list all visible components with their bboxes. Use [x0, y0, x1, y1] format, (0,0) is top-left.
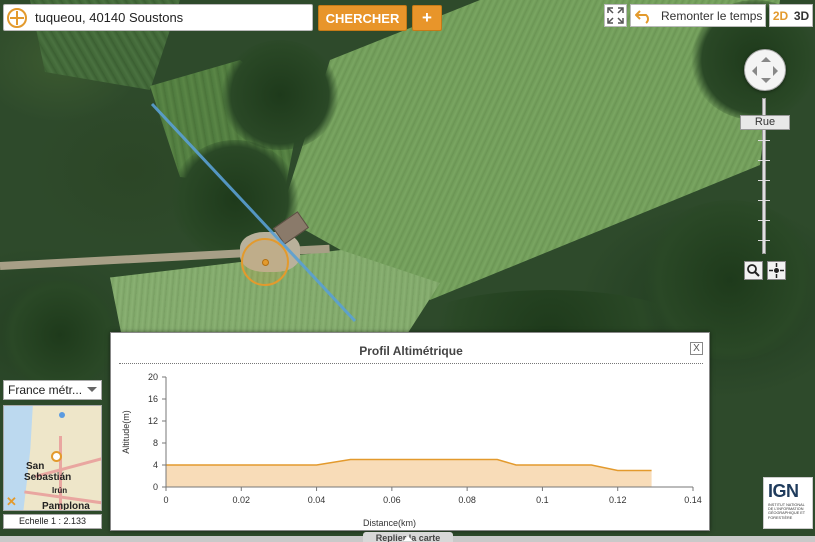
undo-arrow-icon [635, 9, 649, 24]
x-tick-label: 0.1 [536, 495, 549, 505]
zoom-tick [758, 180, 770, 181]
zoom-tick [758, 160, 770, 161]
x-tick-label: 0.14 [684, 495, 702, 505]
y-axis-label: Altitude(m) [121, 410, 131, 454]
x-tick-label: 0.02 [233, 495, 251, 505]
chevron-up-icon [403, 532, 413, 541]
zoom-tick [758, 240, 770, 241]
view-mode-toggle: 2D 3D [769, 4, 813, 27]
x-tick-label: 0.12 [609, 495, 627, 505]
scale-indicator: Echelle 1 : 2.133 [3, 514, 102, 529]
zoom-tick [758, 200, 770, 201]
pan-down-icon[interactable] [761, 78, 771, 88]
y-tick-label: 4 [153, 460, 158, 470]
elevation-area [166, 459, 652, 487]
elevation-profile-panel: Profil Altimétrique X 0 0.02 0.04 0.06 0.08 0… [110, 332, 710, 531]
x-tick-label: 0.08 [458, 495, 476, 505]
profile-divider [119, 363, 703, 364]
zoom-level-label[interactable]: Rue [740, 115, 790, 130]
y-tick-label: 12 [148, 416, 158, 426]
x-tick-label: 0.04 [308, 495, 326, 505]
ign-logo-subtitle: Institut national de l'information géogr… [768, 503, 806, 520]
chevron-down-icon [87, 387, 97, 397]
elevation-chart: 0 0.02 0.04 0.06 0.08 0.1 0.12 0.14 0 4 8 12 16 20 Dis… [121, 372, 702, 528]
minimap-town-label: Sebastián [24, 472, 72, 483]
pan-left-icon[interactable] [747, 66, 757, 76]
y-tick-label: 20 [148, 372, 158, 382]
minimap-town-label: San [26, 461, 45, 472]
y-tick-label: 16 [148, 394, 158, 404]
minimap-poi-icon [59, 412, 65, 418]
search-bar [3, 4, 313, 31]
minimap-town-label: Irún [52, 486, 68, 495]
pan-right-icon[interactable] [773, 66, 783, 76]
zoom-tick [758, 220, 770, 221]
pan-control[interactable] [744, 49, 786, 91]
search-button[interactable]: CHERCHER [318, 5, 407, 31]
x-axis-label: Distance(km) [363, 518, 416, 528]
locate-icon[interactable] [7, 7, 27, 28]
center-map-button[interactable] [767, 261, 786, 280]
territory-select-value: France métr... [8, 383, 83, 397]
territory-select[interactable]: France métr... [3, 380, 102, 400]
x-tick-label: 0.06 [383, 495, 401, 505]
mode-3d-button[interactable]: 3D [794, 9, 809, 23]
y-tick-label: 8 [153, 438, 158, 448]
minimap-location-icon [51, 451, 62, 462]
minimap-town-label: Pamplona [42, 501, 90, 511]
y-tick-label: 0 [153, 482, 158, 492]
zoom-box-button[interactable] [744, 261, 763, 280]
more-options-button[interactable]: + [412, 5, 442, 31]
fullscreen-button[interactable] [604, 4, 627, 27]
location-marker[interactable] [262, 259, 269, 266]
mode-2d-button[interactable]: 2D [773, 9, 788, 23]
zoom-tick [758, 140, 770, 141]
overview-minimap[interactable]: San Sebastián Irún Pamplona ✕ [3, 405, 102, 511]
x-tick-label: 0 [163, 495, 168, 505]
minimap-close-icon[interactable]: ✕ [6, 494, 17, 510]
history-label: Remonter le temps [661, 8, 763, 23]
search-input[interactable] [35, 10, 305, 25]
history-button[interactable]: Remonter le temps [630, 4, 766, 27]
ign-logo-text: IGN [768, 481, 799, 501]
crosshair-icon [769, 263, 784, 278]
close-button[interactable]: X [690, 342, 703, 355]
pan-up-icon[interactable] [761, 52, 771, 62]
collapse-map-tab[interactable]: Replier la carte [363, 532, 453, 542]
ign-logo: IGN Institut national de l'information g… [763, 477, 813, 529]
profile-title: Profil Altimétrique [359, 344, 463, 358]
magnifier-icon [747, 264, 760, 277]
fullscreen-icon [607, 7, 624, 24]
